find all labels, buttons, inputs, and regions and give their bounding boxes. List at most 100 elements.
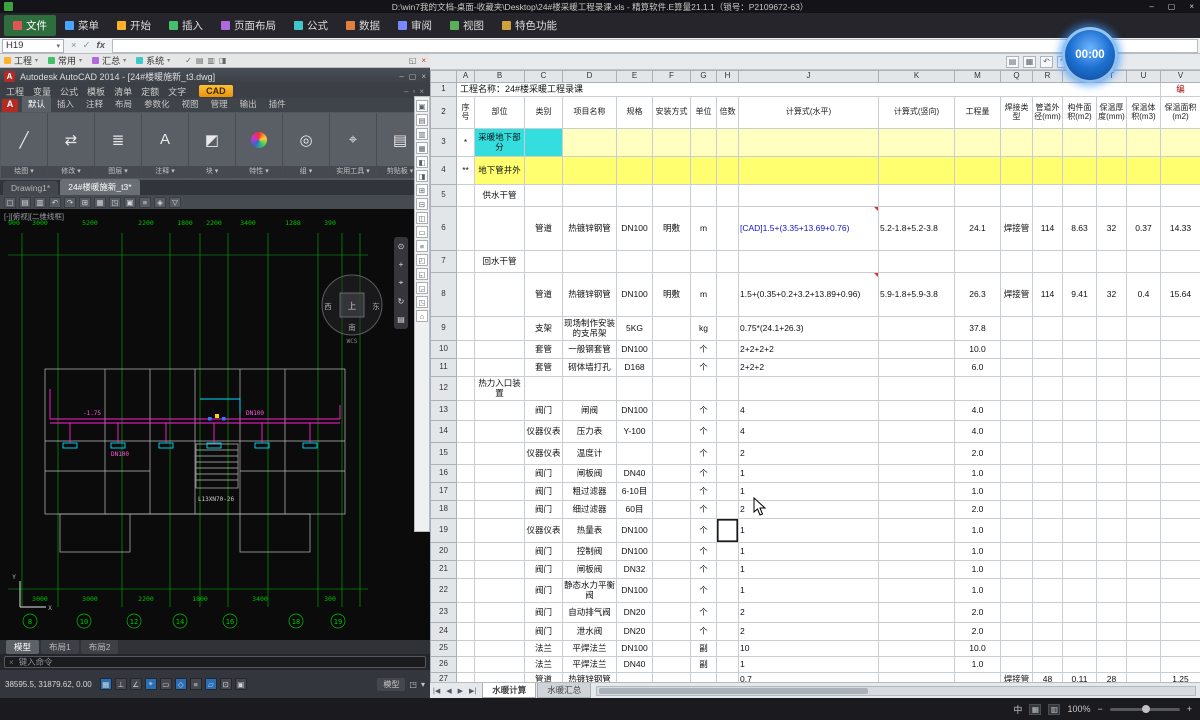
cell-S26[interactable] xyxy=(1063,657,1097,673)
cell-F20[interactable] xyxy=(653,543,691,561)
cell-V16[interactable] xyxy=(1161,465,1200,483)
cell-H13[interactable] xyxy=(717,401,739,421)
cell-J3[interactable] xyxy=(739,129,879,157)
cell-V5[interactable] xyxy=(1161,185,1200,207)
cell-Q27[interactable]: 焊接管 xyxy=(1001,673,1033,683)
cell-E21[interactable]: DN32 xyxy=(617,561,653,579)
column-header-B[interactable]: B xyxy=(475,71,525,83)
name-box[interactable]: H19 ▾ xyxy=(2,39,64,53)
plugin-tab-1[interactable]: 常用▾ xyxy=(48,54,82,67)
cell-F16[interactable] xyxy=(653,465,691,483)
cell-E25[interactable]: DN100 xyxy=(617,641,653,657)
header-cell-ch[interactable]: 计算式(水平) xyxy=(739,97,879,129)
acad-ribbon-tab-8[interactable]: 插件 xyxy=(263,96,292,112)
cell-D11[interactable]: 砌体墙打孔 xyxy=(563,359,617,377)
cell-Q14[interactable] xyxy=(1001,421,1033,443)
cell-K10[interactable] xyxy=(879,341,955,359)
acad-minimize-icon[interactable]: – xyxy=(399,72,403,81)
cell-K16[interactable] xyxy=(879,465,955,483)
cell-R16[interactable] xyxy=(1033,465,1063,483)
cell-D8[interactable]: 热镀锌钢管 xyxy=(563,273,617,317)
cell-U21[interactable] xyxy=(1127,561,1161,579)
cell-C21[interactable]: 阀门 xyxy=(525,561,563,579)
mini-toolbar-icon-2[interactable]: ↶ xyxy=(1040,56,1053,68)
cell-K17[interactable] xyxy=(879,483,955,501)
cell-D6[interactable]: 热镀锌钢管 xyxy=(563,207,617,251)
cell-U3[interactable] xyxy=(1127,129,1161,157)
cell-R14[interactable] xyxy=(1033,421,1063,443)
cell-V14[interactable] xyxy=(1161,421,1200,443)
cell-D12[interactable] xyxy=(563,377,617,401)
cell-E10[interactable]: DN100 xyxy=(617,341,653,359)
cell-F23[interactable] xyxy=(653,603,691,623)
tray-icon[interactable]: ◳ xyxy=(409,680,417,689)
minimize-button[interactable]: – xyxy=(1145,2,1157,11)
header-cell-cv[interactable]: 计算式(竖向) xyxy=(879,97,955,129)
cell-A10[interactable] xyxy=(457,341,475,359)
cell-D19[interactable]: 热量表 xyxy=(563,519,617,543)
cell-G25[interactable]: 副 xyxy=(691,641,717,657)
cell-Q7[interactable] xyxy=(1001,251,1033,273)
navigation-bar[interactable]: ⊙+⌖↻▤ xyxy=(394,237,408,329)
cell-F19[interactable] xyxy=(653,519,691,543)
side-toolbar-icon-11[interactable]: ◰ xyxy=(416,254,428,266)
cell-J10[interactable]: 2+2+2+2 xyxy=(739,341,879,359)
cell-F7[interactable] xyxy=(653,251,691,273)
status-toggle-1[interactable]: ⊥ xyxy=(115,678,127,690)
sheet-tab-1[interactable]: 水暖汇总 xyxy=(537,683,591,698)
cell-S10[interactable] xyxy=(1063,341,1097,359)
header-cell-unit[interactable]: 单位 xyxy=(691,97,717,129)
side-toolbar-icon-2[interactable]: ▥ xyxy=(416,128,428,140)
cell-G18[interactable]: 个 xyxy=(691,501,717,519)
ime-indicator[interactable]: 中 xyxy=(1013,703,1022,716)
cell-D21[interactable]: 闸板阀 xyxy=(563,561,617,579)
cell-J24[interactable]: 2 xyxy=(739,623,879,641)
cell-K19[interactable] xyxy=(879,519,955,543)
header-cell-od[interactable]: 管道外径(mm) xyxy=(1033,97,1063,129)
cell-C14[interactable]: 仪器仪表 xyxy=(525,421,563,443)
cell-B18[interactable] xyxy=(475,501,525,519)
cell-Q22[interactable] xyxy=(1001,579,1033,603)
cell-M3[interactable] xyxy=(955,129,1001,157)
cell-R22[interactable] xyxy=(1033,579,1063,603)
side-toolbar-icon-3[interactable]: ▦ xyxy=(416,142,428,154)
cell-U13[interactable] xyxy=(1127,401,1161,421)
ribbon-tab-0[interactable]: 文件 xyxy=(4,15,56,36)
column-header-R[interactable]: R xyxy=(1033,71,1063,83)
quick-toolbar-icon-5[interactable]: ⊞ xyxy=(79,197,91,208)
cell-S23[interactable] xyxy=(1063,603,1097,623)
cell-V27[interactable]: 1.25 xyxy=(1161,673,1200,683)
command-close-icon[interactable]: × xyxy=(9,658,14,667)
cell-V10[interactable] xyxy=(1161,341,1200,359)
ribbon-tab-1[interactable]: 菜单 xyxy=(56,15,108,36)
cell-Q17[interactable] xyxy=(1001,483,1033,501)
cell-G14[interactable]: 个 xyxy=(691,421,717,443)
cell-U6[interactable]: 0.37 xyxy=(1127,207,1161,251)
acad-ribbon-tab-5[interactable]: 视图 xyxy=(176,96,205,112)
cell-D10[interactable]: 一般钢套管 xyxy=(563,341,617,359)
row-header-13[interactable]: 13 xyxy=(431,401,457,421)
plugin-toolbar-icon-1[interactable]: ▤ xyxy=(196,56,204,65)
cell-C11[interactable]: 套管 xyxy=(525,359,563,377)
cell-S16[interactable] xyxy=(1063,465,1097,483)
cell-A12[interactable] xyxy=(457,377,475,401)
cell-J12[interactable] xyxy=(739,377,879,401)
acad-panel-6[interactable]: ◎组 ▾ xyxy=(283,113,330,178)
cell-Q12[interactable] xyxy=(1001,377,1033,401)
cell-K8[interactable]: 5.9-1.8+5.9-3.8 xyxy=(879,273,955,317)
plugin-restore-icon[interactable]: ◱ xyxy=(409,56,417,65)
side-toolbar-icon-12[interactable]: ◱ xyxy=(416,268,428,280)
cell-B17[interactable] xyxy=(475,483,525,501)
cell-K3[interactable] xyxy=(879,129,955,157)
cell-V17[interactable] xyxy=(1161,483,1200,501)
status-toggle-8[interactable]: ⊡ xyxy=(220,678,232,690)
row-header-3[interactable]: 3 xyxy=(431,129,457,157)
row-header-10[interactable]: 10 xyxy=(431,341,457,359)
cell-G22[interactable]: 个 xyxy=(691,579,717,603)
cell-E26[interactable]: DN40 xyxy=(617,657,653,673)
header-cell-inst[interactable]: 安装方式 xyxy=(653,97,691,129)
cell-R3[interactable] xyxy=(1033,129,1063,157)
cell-G23[interactable]: 个 xyxy=(691,603,717,623)
row-header-15[interactable]: 15 xyxy=(431,443,457,465)
cell-T4[interactable] xyxy=(1097,157,1127,185)
